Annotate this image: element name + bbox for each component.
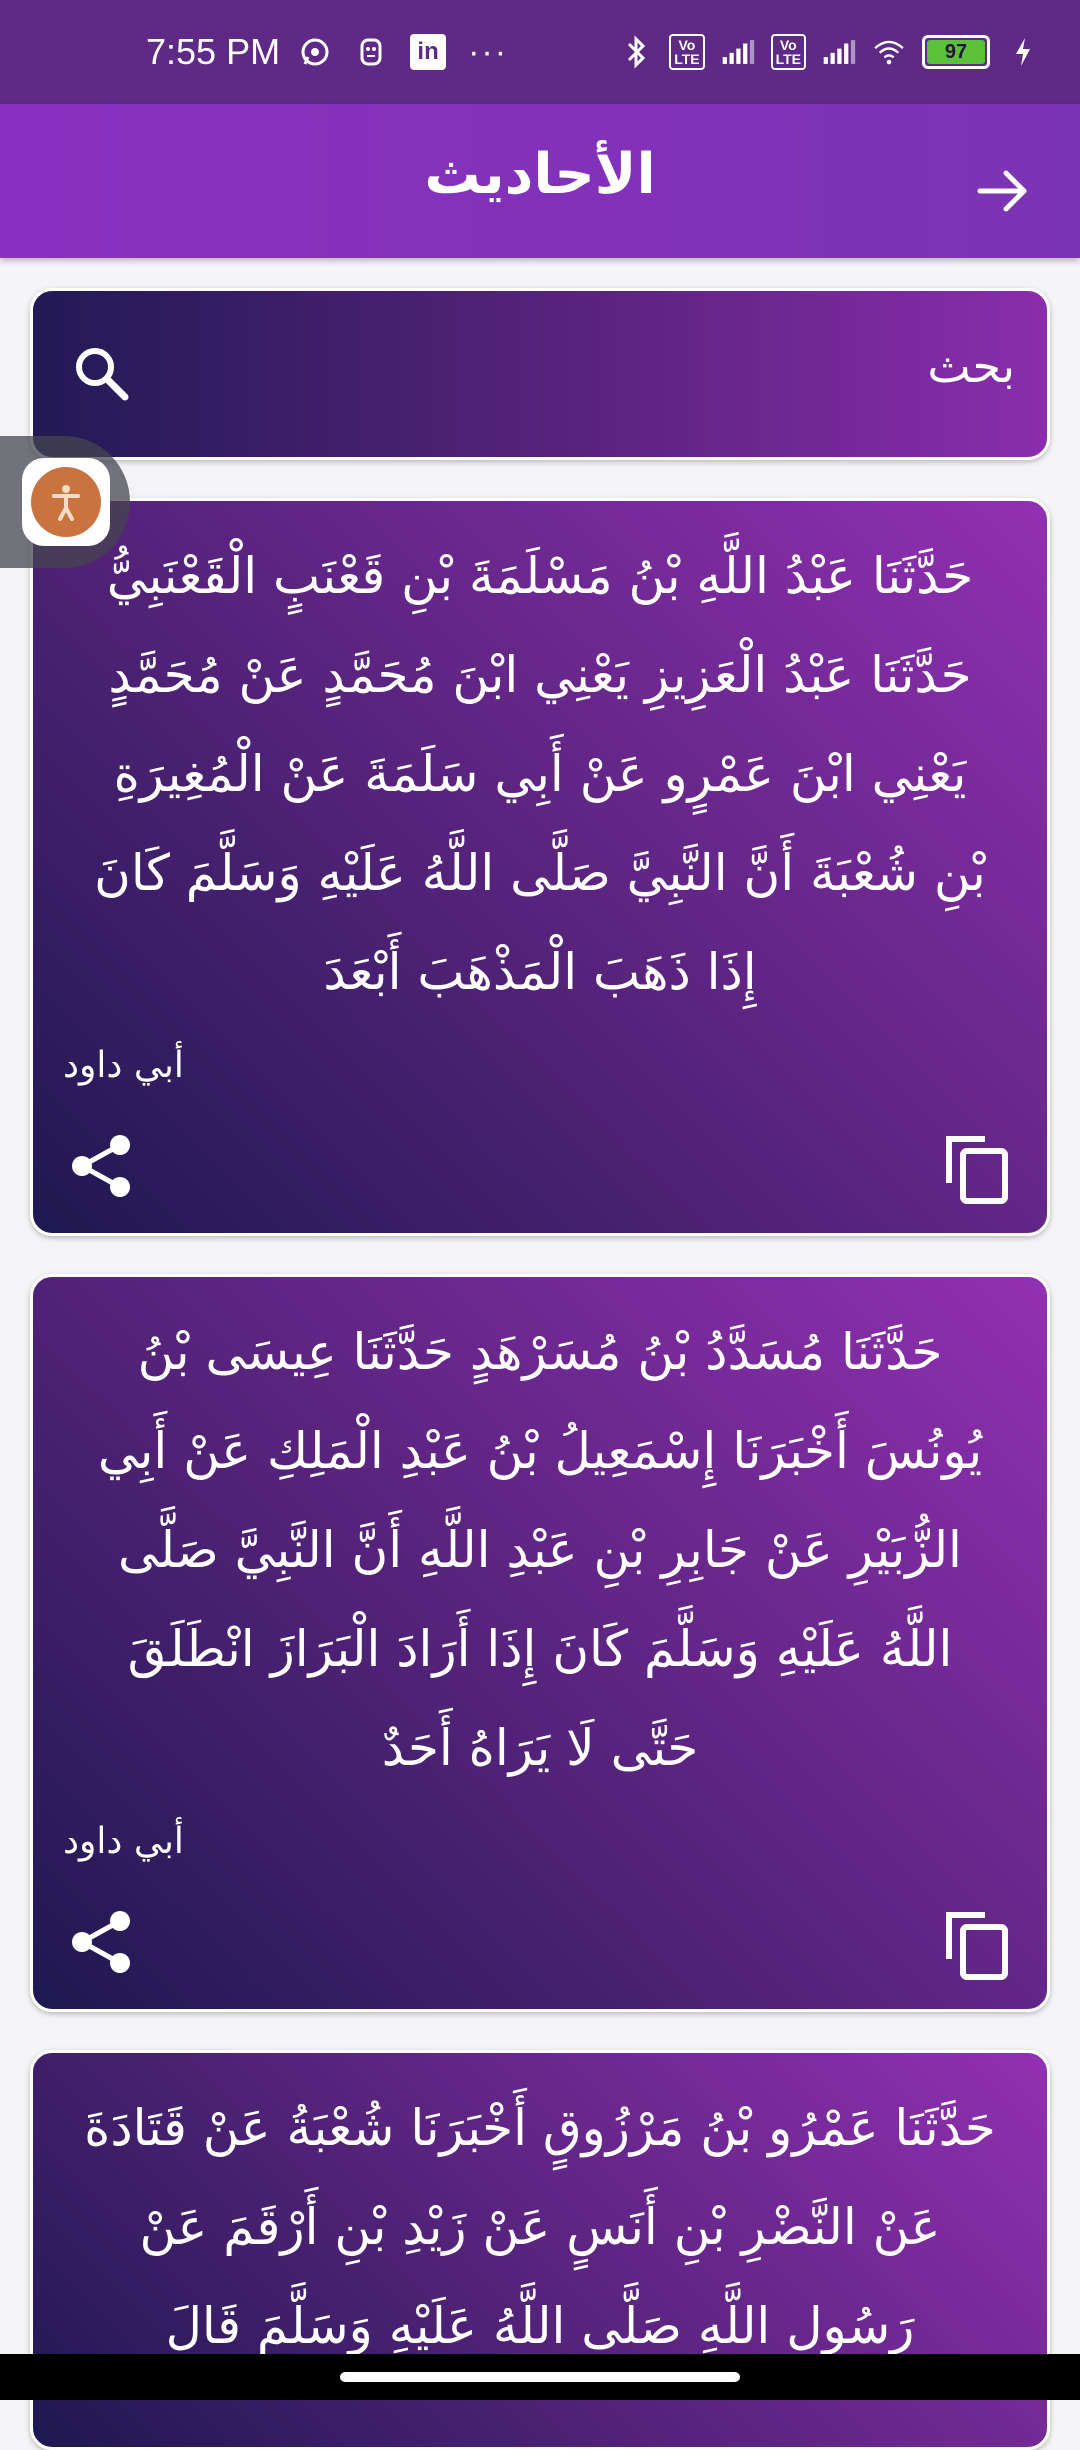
accessibility-floating-button[interactable] [0, 436, 130, 568]
hadith-text: حَدَّثَنَا عَمْرُو بْنُ مَرْزُوقٍ أَخْبَ… [84, 2099, 996, 2355]
signal-icon-1 [721, 35, 755, 69]
app-bar: الأحاديث [0, 104, 1080, 258]
hadith-text: حَدَّثَنَا مُسَدَّدُ بْنُ مُسَرْهَدٍ حَد… [97, 1323, 983, 1777]
notification-icons: in ··· [298, 33, 508, 72]
back-button[interactable] [968, 156, 1038, 226]
search-icon[interactable] [67, 339, 137, 409]
home-indicator[interactable] [340, 2372, 740, 2382]
battery-level: 97 [927, 40, 985, 64]
page-title: الأحاديث [424, 142, 656, 207]
hadith-source: أبي داود [63, 1045, 184, 1086]
charging-icon [1006, 35, 1040, 69]
hadith-card: حَدَّثَنَا مُسَدَّدُ بْنُ مُسَرْهَدٍ حَد… [30, 1274, 1050, 2012]
hadith-source: أبي داود [63, 1821, 184, 1862]
status-time: 7:55 PM [146, 31, 281, 72]
signal-icon-2 [822, 35, 856, 69]
linkedin-icon: in [410, 34, 447, 70]
search-bar[interactable]: بحث [30, 288, 1050, 460]
copy-icon[interactable] [941, 1131, 1011, 1207]
battery-indicator: 97 [922, 35, 990, 69]
volte-badge-2: Vo LTE [770, 34, 806, 70]
hadith-card: حَدَّثَنَا عَبْدُ اللَّهِ بْنُ مَسْلَمَة… [30, 498, 1050, 1236]
more-notifications-icon: ··· [468, 32, 509, 71]
accessibility-button-frame [22, 458, 110, 546]
bluetooth-icon [619, 35, 653, 69]
app-icon [354, 35, 388, 69]
share-icon[interactable] [67, 1131, 137, 1201]
share-icon[interactable] [67, 1907, 137, 1977]
arrow-right-icon [977, 170, 1027, 212]
volte-badge-1: Vo LTE [669, 34, 705, 70]
wifi-icon [872, 35, 906, 69]
copy-icon[interactable] [941, 1907, 1011, 1983]
hadith-text: حَدَّثَنَا عَبْدُ اللَّهِ بْنُ مَسْلَمَة… [94, 547, 986, 1001]
accessibility-icon [31, 467, 101, 537]
status-bar: 7:55 PM in ··· Vo LTE Vo LTE 97 [0, 0, 1080, 104]
system-icons: Vo LTE Vo LTE 97 [619, 34, 1040, 70]
search-label: بحث [927, 339, 1015, 393]
whatsapp-icon [298, 35, 332, 69]
